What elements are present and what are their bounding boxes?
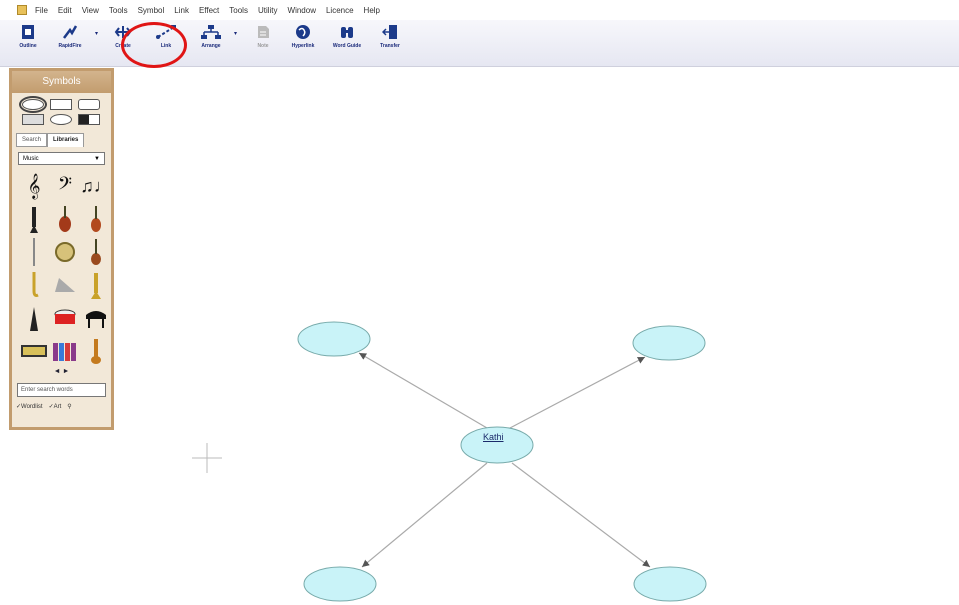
menu-link[interactable]: Link xyxy=(174,6,189,15)
diagram-node[interactable] xyxy=(633,566,707,602)
link-line[interactable] xyxy=(361,462,488,568)
menu-licence[interactable]: Licence xyxy=(326,6,354,15)
menu-view[interactable]: View xyxy=(82,6,99,15)
rapidfire-label: RapidFire xyxy=(58,43,82,49)
link-line[interactable] xyxy=(509,356,646,429)
menu-edit[interactable]: Edit xyxy=(58,6,72,15)
diagram-node[interactable] xyxy=(632,325,706,361)
rapidfire-dropdown-icon[interactable]: ▾ xyxy=(95,30,98,37)
menu-tools[interactable]: Tools xyxy=(109,6,128,15)
menu-help[interactable]: Help xyxy=(364,6,380,15)
arrange-icon xyxy=(201,25,221,39)
app-icon xyxy=(17,5,27,15)
center-node-label[interactable]: Kathi xyxy=(483,432,504,442)
diagram-node[interactable] xyxy=(303,566,377,602)
menu-bar: File Edit View Tools Symbol Link Effect … xyxy=(0,0,959,20)
arrange-dropdown-icon[interactable]: ▾ xyxy=(234,30,237,37)
note-button[interactable]: Note xyxy=(243,24,283,64)
crosshair-cursor-icon xyxy=(192,443,222,473)
transfer-label: Transfer xyxy=(380,43,400,49)
rapidfire-button[interactable]: RapidFire xyxy=(50,24,90,64)
globe-icon xyxy=(296,25,310,39)
note-label: Note xyxy=(257,43,269,49)
arrange-button[interactable]: Arrange xyxy=(191,24,231,64)
menu-symbol[interactable]: Symbol xyxy=(138,6,165,15)
outline-icon xyxy=(22,25,34,39)
menu-effect[interactable]: Effect xyxy=(199,6,219,15)
arrange-label: Arrange xyxy=(201,43,221,49)
link-line[interactable] xyxy=(511,462,651,568)
hyperlink-button[interactable]: Hyperlink xyxy=(283,24,323,64)
diagram-canvas[interactable] xyxy=(0,67,959,605)
transfer-button[interactable]: Transfer xyxy=(370,24,410,64)
outline-button[interactable]: Outline xyxy=(8,24,48,64)
diagram-node[interactable] xyxy=(297,321,371,357)
wordguide-label: Word Guide xyxy=(332,43,362,49)
menu-file[interactable]: File xyxy=(35,6,48,15)
outline-label: Outline xyxy=(19,43,37,49)
hyperlink-label: Hyperlink xyxy=(291,43,315,49)
rapidfire-icon xyxy=(63,25,78,39)
menu-window[interactable]: Window xyxy=(288,6,316,15)
note-icon xyxy=(258,26,269,38)
menu-tools-2[interactable]: Tools xyxy=(229,6,248,15)
highlight-circle xyxy=(121,22,187,68)
binoculars-icon xyxy=(341,27,353,38)
link-line[interactable] xyxy=(358,352,488,429)
transfer-icon xyxy=(382,25,397,39)
menu-utility[interactable]: Utility xyxy=(258,6,278,15)
wordguide-button[interactable]: Word Guide xyxy=(327,24,367,64)
